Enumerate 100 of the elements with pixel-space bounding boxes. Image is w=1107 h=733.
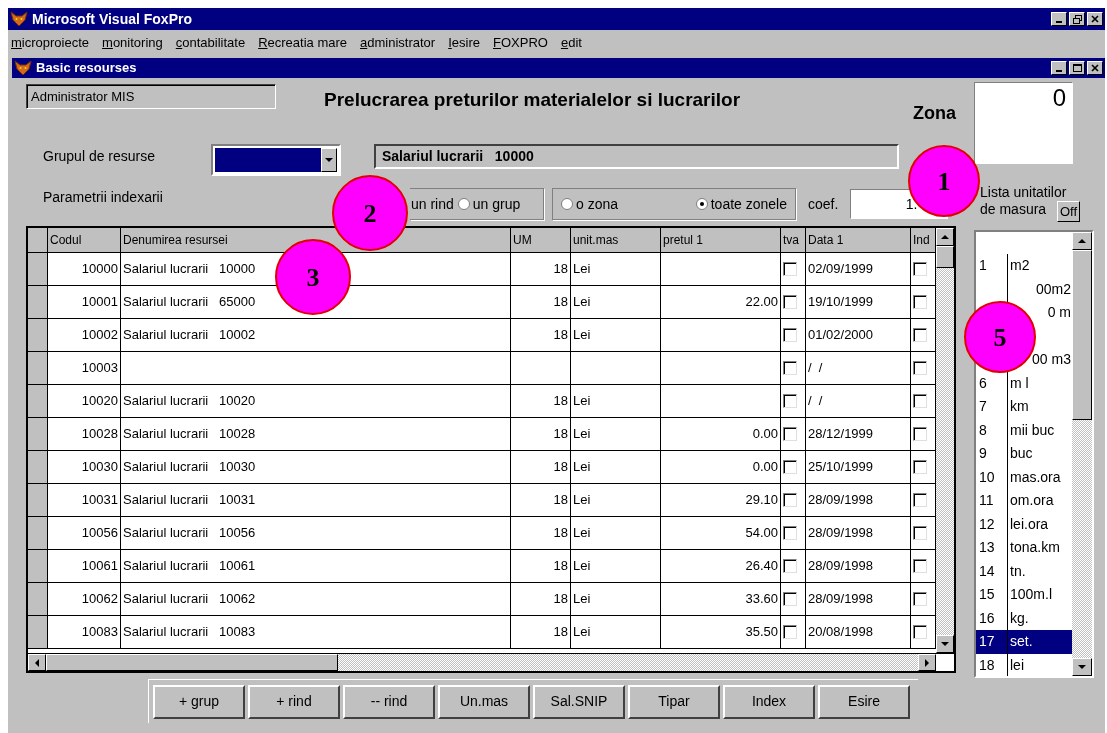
checkbox[interactable] bbox=[783, 526, 797, 540]
checkbox[interactable] bbox=[913, 460, 927, 474]
restore-button[interactable] bbox=[1069, 12, 1085, 26]
radio-option[interactable]: o zona bbox=[561, 193, 619, 215]
menu-item[interactable]: edit bbox=[560, 33, 582, 53]
checkbox[interactable] bbox=[783, 394, 797, 408]
radio-option[interactable]: toate zonele bbox=[695, 193, 787, 215]
checkbox[interactable] bbox=[783, 262, 797, 276]
unit-list-item[interactable]: lei.ora bbox=[1008, 512, 1072, 536]
unit-list-item[interactable]: 00m2 bbox=[1035, 277, 1072, 301]
menu-item[interactable]: FOXPRO bbox=[493, 33, 548, 53]
scroll-thumb[interactable] bbox=[936, 246, 954, 268]
toolbar-button[interactable]: -- rind bbox=[343, 684, 435, 719]
row-selector[interactable] bbox=[28, 418, 48, 450]
toolbar-button[interactable]: Sal.SNIP bbox=[533, 684, 625, 719]
scroll-thumb[interactable] bbox=[46, 654, 338, 671]
checkbox[interactable] bbox=[783, 328, 797, 342]
unit-list-item[interactable]: lei bbox=[1008, 653, 1072, 676]
vertical-scrollbar[interactable] bbox=[936, 228, 954, 653]
checkbox[interactable] bbox=[783, 295, 797, 309]
unit-list-item[interactable]: mas.ora bbox=[1008, 465, 1072, 489]
unit-list-item[interactable]: mii buc bbox=[1008, 418, 1072, 442]
minimize-button[interactable] bbox=[1051, 61, 1067, 75]
table-cell-text: 10061 bbox=[81, 557, 118, 576]
checkbox[interactable] bbox=[913, 328, 927, 342]
group-dropdown[interactable] bbox=[211, 144, 341, 176]
row-selector[interactable] bbox=[28, 352, 48, 384]
toolbar-button[interactable]: Index bbox=[723, 684, 815, 719]
menu-item[interactable]: microproiecte bbox=[11, 33, 90, 53]
toolbar-button[interactable]: Tipar bbox=[628, 684, 720, 719]
table-cell-text: / / bbox=[808, 359, 823, 378]
unit-list-item[interactable]: kg. bbox=[1008, 606, 1072, 630]
checkbox[interactable] bbox=[783, 460, 797, 474]
checkbox[interactable] bbox=[913, 427, 927, 441]
checkbox[interactable] bbox=[783, 559, 797, 573]
checkbox[interactable] bbox=[913, 493, 927, 507]
checkbox[interactable] bbox=[913, 526, 927, 540]
toolbar-button[interactable]: + rind bbox=[248, 684, 340, 719]
row-selector[interactable] bbox=[28, 451, 48, 483]
column-header[interactable]: Codul bbox=[48, 228, 121, 252]
row-selector[interactable] bbox=[28, 253, 48, 285]
menu-item[interactable]: administrator bbox=[360, 33, 436, 53]
unit-list-item[interactable]: km bbox=[1008, 395, 1072, 419]
unit-list-item[interactable]: tona.km bbox=[1008, 536, 1072, 560]
column-header[interactable]: unit.mas bbox=[571, 228, 661, 252]
column-header[interactable]: UM bbox=[511, 228, 571, 252]
row-selector[interactable] bbox=[28, 616, 48, 648]
list-index: 9 bbox=[978, 444, 987, 464]
unit-list-item[interactable]: set. bbox=[1008, 630, 1072, 654]
checkbox[interactable] bbox=[783, 592, 797, 606]
table-cell-text: Salariul lucrarii 10031 bbox=[123, 491, 256, 510]
radio-option[interactable]: un grup bbox=[457, 193, 521, 215]
table-cell-text: Lei bbox=[573, 491, 591, 510]
maximize-button[interactable] bbox=[1069, 61, 1085, 75]
checkbox[interactable] bbox=[913, 262, 927, 276]
zona-field[interactable]: 0 bbox=[974, 82, 1073, 164]
column-header[interactable]: pretul 1 bbox=[661, 228, 781, 252]
checkbox[interactable] bbox=[783, 361, 797, 375]
checkbox[interactable] bbox=[783, 493, 797, 507]
toggle-button[interactable]: Off bbox=[1057, 201, 1081, 222]
list-scrollbar[interactable] bbox=[1072, 232, 1092, 676]
column-header[interactable]: tva bbox=[781, 228, 806, 252]
menu-item[interactable]: contabilitate bbox=[175, 33, 246, 53]
unit-list-item[interactable]: tn. bbox=[1008, 559, 1072, 583]
column-header[interactable]: Data 1 bbox=[806, 228, 911, 252]
unit-list-item[interactable]: 100m.l bbox=[1008, 583, 1072, 607]
checkbox[interactable] bbox=[913, 592, 927, 606]
toolbar-button[interactable]: + grup bbox=[153, 684, 245, 719]
unit-list-item[interactable]: m l bbox=[1008, 371, 1072, 395]
toolbar-button[interactable]: Un.mas bbox=[438, 684, 530, 719]
unit-list-item[interactable]: 0 m bbox=[1047, 301, 1072, 325]
menu-item[interactable]: Iesire bbox=[448, 33, 480, 53]
table-cell-text: 10062 bbox=[81, 590, 118, 609]
horizontal-scrollbar[interactable] bbox=[28, 653, 954, 671]
checkbox[interactable] bbox=[783, 625, 797, 639]
menu-item[interactable]: Recreatia mare bbox=[258, 33, 348, 53]
checkbox[interactable] bbox=[913, 625, 927, 639]
checkbox[interactable] bbox=[913, 361, 927, 375]
scroll-thumb[interactable] bbox=[1072, 250, 1092, 420]
radio-option[interactable]: un rind bbox=[411, 193, 454, 215]
unit-list-item[interactable]: m2 bbox=[1008, 254, 1072, 278]
unit-list-item[interactable]: buc bbox=[1008, 442, 1072, 466]
row-selector[interactable] bbox=[28, 517, 48, 549]
table-cell-text: 20/08/1998 bbox=[808, 623, 874, 642]
checkbox[interactable] bbox=[783, 427, 797, 441]
close-button[interactable] bbox=[1087, 61, 1103, 75]
close-button[interactable] bbox=[1087, 12, 1103, 26]
minimize-button[interactable] bbox=[1051, 12, 1067, 26]
checkbox[interactable] bbox=[913, 559, 927, 573]
row-selector[interactable] bbox=[28, 484, 48, 516]
row-selector[interactable] bbox=[28, 286, 48, 318]
row-selector[interactable] bbox=[28, 385, 48, 417]
unit-list-item[interactable]: om.ora bbox=[1008, 489, 1072, 513]
row-selector[interactable] bbox=[28, 583, 48, 615]
row-selector[interactable] bbox=[28, 319, 48, 351]
checkbox[interactable] bbox=[913, 394, 927, 408]
row-selector[interactable] bbox=[28, 550, 48, 582]
menu-item[interactable]: monitoring bbox=[102, 33, 163, 53]
checkbox[interactable] bbox=[913, 295, 927, 309]
toolbar-button[interactable]: Esire bbox=[818, 684, 910, 719]
